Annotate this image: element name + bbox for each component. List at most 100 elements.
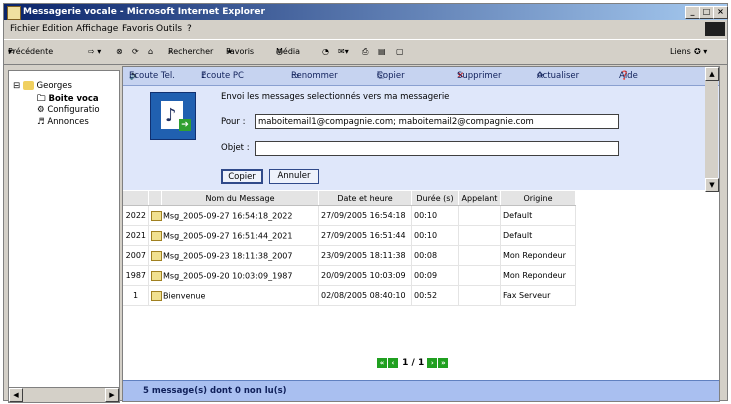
scroll-left-icon[interactable]: ◀ <box>9 388 23 402</box>
links-label[interactable]: Liens <box>670 40 691 64</box>
table-row[interactable]: 2022 Msg_2005-09-27 16:54:18_2022 27/09/… <box>123 205 576 226</box>
row-duration: 00:52 <box>411 285 459 306</box>
row-name-cell[interactable]: Msg_2005-09-23 18:11:38_2007 <box>148 245 319 266</box>
menu-edition[interactable]: Edition <box>42 21 73 37</box>
row-origin: Default <box>500 205 576 226</box>
col-date[interactable]: Date et heure <box>318 191 412 206</box>
cancel-button[interactable]: Annuler <box>269 169 319 184</box>
title-bar: Messagerie vocale - Microsoft Internet E… <box>4 4 728 20</box>
copy-panel: ♪ ➔ Envoi les messages selectionnés vers… <box>123 86 719 190</box>
home-icon[interactable]: ⌂ <box>148 40 153 64</box>
status-text: 5 message(s) dont 0 non lu(s) <box>143 386 287 396</box>
row-origin: Default <box>500 225 576 246</box>
col-origin[interactable]: Origine <box>500 191 576 206</box>
print-icon[interactable]: ⎙ <box>362 40 368 64</box>
links-icon[interactable]: ✪ ▾ <box>694 40 707 64</box>
back-button[interactable]: ⇦ Précédente ▾ <box>8 40 53 64</box>
copy-submit-button[interactable]: Copier <box>221 169 263 184</box>
menu-outils[interactable]: Outils <box>156 21 182 37</box>
table-row[interactable]: 1 Bienvenue 02/08/2005 08:40:10 00:52 Fa… <box>123 285 576 306</box>
row-name: Msg_2005-09-20 10:03:09_1987 <box>163 271 293 280</box>
message-icon <box>151 270 162 281</box>
refresh-icon[interactable]: ⟳ <box>132 40 139 64</box>
subject-field[interactable] <box>255 141 619 156</box>
row-duration: 00:08 <box>411 245 459 266</box>
col-caller[interactable]: Appelant <box>458 191 501 206</box>
col-id[interactable] <box>123 191 149 206</box>
history-icon[interactable]: ◔ <box>322 40 329 64</box>
row-name-cell[interactable]: Bienvenue <box>148 285 319 306</box>
row-date: 27/09/2005 16:51:44 <box>318 225 412 246</box>
row-date: 20/09/2005 10:03:09 <box>318 265 412 286</box>
menu-fichier[interactable]: Fichier <box>10 21 39 37</box>
row-caller <box>458 245 501 266</box>
row-date: 23/09/2005 18:11:38 <box>318 245 412 266</box>
discuss-icon[interactable]: ▢ <box>396 40 404 64</box>
table-header-row: Nom du Message Date et heure Durée (s) A… <box>123 191 576 206</box>
row-caller <box>458 205 501 226</box>
tree-item-configuration[interactable]: ⚙ Configuratio <box>37 105 100 115</box>
row-caller <box>458 285 501 306</box>
prev-page-icon[interactable]: ‹ <box>388 357 398 368</box>
browser-window: Messagerie vocale - Microsoft Internet E… <box>3 3 728 403</box>
row-name-cell[interactable]: Msg_2005-09-27 16:51:44_2021 <box>148 225 319 246</box>
row-date: 02/08/2005 08:40:10 <box>318 285 412 306</box>
col-icon[interactable] <box>148 191 162 206</box>
row-name-cell[interactable]: Msg_2005-09-20 10:03:09_1987 <box>148 265 319 286</box>
main-content: 🔉 Ecoute Tel. ♪ Ecoute PC ▭ Renommer ⎘ C… <box>122 66 720 402</box>
copy-instruction: Envoi les messages selectionnés vers ma … <box>221 92 450 102</box>
row-id: 2007 <box>123 245 149 266</box>
row-name: Bienvenue <box>163 291 206 300</box>
last-page-icon[interactable]: » <box>438 357 449 368</box>
row-origin: Mon Repondeur <box>500 245 576 266</box>
maximize-button[interactable]: □ <box>699 6 714 19</box>
tree-horizontal-scrollbar[interactable]: ◀ ▶ <box>8 387 120 403</box>
to-field[interactable]: maboitemail1@compagnie.com; maboitemail2… <box>255 114 619 129</box>
mail-icon[interactable]: ✉▾ <box>338 40 349 64</box>
table-row[interactable]: 2021 Msg_2005-09-27 16:51:44_2021 27/09/… <box>123 225 576 246</box>
message-icon <box>151 230 162 241</box>
close-button[interactable]: × <box>713 6 728 19</box>
windows-logo-icon <box>705 22 725 36</box>
menu-bar: Fichier Edition Affichage Favoris Outils… <box>4 21 727 37</box>
scroll-right-icon[interactable]: ▶ <box>105 388 119 402</box>
row-id: 1987 <box>123 265 149 286</box>
table-row[interactable]: 1987 Msg_2005-09-20 10:03:09_1987 20/09/… <box>123 265 576 286</box>
message-icon <box>151 250 162 261</box>
row-origin: Mon Repondeur <box>500 265 576 286</box>
app-toolbar: 🔉 Ecoute Tel. ♪ Ecoute PC ▭ Renommer ⎘ C… <box>123 67 719 86</box>
ie-icon <box>7 6 21 20</box>
page-indicator: 1 / 1 <box>402 358 425 368</box>
forward-button[interactable]: ⇨ ▾ <box>88 40 101 64</box>
subject-label: Objet : <box>221 143 250 153</box>
menu-affichage[interactable]: Affichage <box>76 21 118 37</box>
row-name-cell[interactable]: Msg_2005-09-27 16:54:18_2022 <box>148 205 319 226</box>
browser-toolbar: ⇦ Précédente ▾ ⇨ ▾ ⊗ ⟳ ⌂ ⌕ Rechercher ★ Fa… <box>4 39 727 65</box>
stop-icon[interactable]: ⊗ <box>116 40 123 64</box>
pager: «‹ 1 / 1 ›» <box>377 357 449 369</box>
row-date: 27/09/2005 16:54:18 <box>318 205 412 226</box>
row-duration: 00:09 <box>411 265 459 286</box>
menu-help[interactable]: ? <box>187 21 192 37</box>
message-icon <box>151 210 162 221</box>
col-duration[interactable]: Durée (s) <box>411 191 459 206</box>
edit-icon[interactable]: ▤ <box>378 40 386 64</box>
next-page-icon[interactable]: › <box>427 357 438 368</box>
scroll-down-icon[interactable]: ▼ <box>705 178 719 192</box>
first-page-icon[interactable]: « <box>377 357 387 368</box>
scroll-up-icon[interactable]: ▲ <box>705 67 719 81</box>
minimize-button[interactable]: _ <box>685 6 700 19</box>
table-row[interactable]: 2007 Msg_2005-09-23 18:11:38_2007 23/09/… <box>123 245 576 266</box>
voicemail-copy-icon: ♪ ➔ <box>150 92 196 140</box>
row-id: 2021 <box>123 225 149 246</box>
gear-icon: ⚙ <box>37 105 45 115</box>
folder-tree: ⊟ Georges 🗀 Boite voca ⚙ Configuratio ♬ … <box>8 70 120 392</box>
message-icon <box>151 290 162 301</box>
col-name[interactable]: Nom du Message <box>161 191 319 206</box>
row-name: Msg_2005-09-23 18:11:38_2007 <box>163 251 293 260</box>
panel-vertical-scrollbar[interactable]: ▲ ▼ <box>705 67 719 192</box>
tree-root[interactable]: ⊟ Georges <box>13 81 72 91</box>
menu-favoris[interactable]: Favoris <box>122 21 154 37</box>
tree-item-annonces[interactable]: ♬ Annonces <box>37 117 89 127</box>
row-caller <box>458 265 501 286</box>
